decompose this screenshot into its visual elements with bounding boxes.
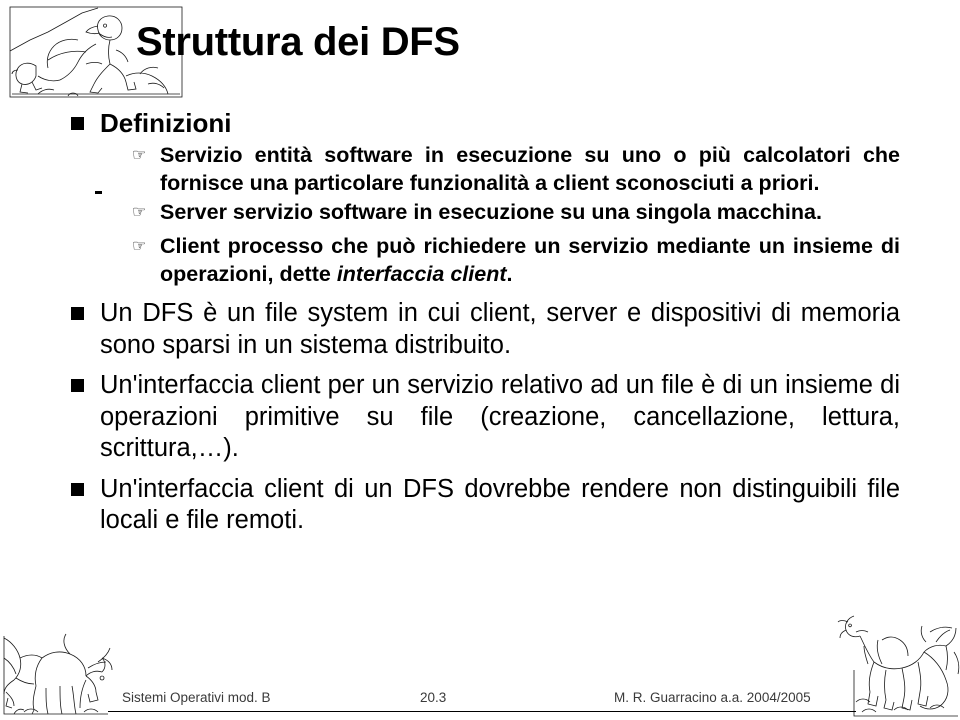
slide-title: Struttura dei DFS: [136, 20, 460, 64]
bullet-text-transparency: Un'interfaccia client di un DFS dovrebbe…: [100, 474, 900, 535]
sub-bullet-emphasis-interfaccia-client: interfaccia client: [336, 262, 507, 286]
pointing-hand-bullet-icon: ☞: [132, 204, 147, 221]
triceratops-line-art-icon: [3, 633, 113, 715]
pointing-hand-bullet-icon: ☞: [132, 147, 147, 164]
sub-bullet-item-client: ☞ Client processo che può richiedere un …: [70, 232, 900, 288]
bullet-text-dfs-definition: Un DFS è un file system in cui client, s…: [100, 299, 900, 359]
footer-divider: [108, 711, 856, 712]
filled-square-bullet-icon: [70, 108, 100, 138]
slide-canvas: Struttura dei DFS Definizioni ☞ Servizio…: [0, 0, 960, 720]
bullet-item-client-interface-ops: Un'interfaccia client per un servizio re…: [70, 370, 900, 465]
sub-bullet-text-server: Server servizio software in esecuzione s…: [160, 200, 822, 224]
sub-bullet-text-client-before: Client processo che può richiedere un se…: [160, 234, 900, 286]
sub-bullet-text-client-after: .: [506, 262, 513, 286]
bullet-item-dfs-definition: Un DFS è un file system in cui client, s…: [70, 298, 900, 361]
bullet-item-definizioni: Definizioni: [70, 108, 900, 139]
filled-square-bullet-icon: [70, 370, 100, 400]
sub-bullet-item-servizio: ☞ Servizio entità software in esecuzione…: [70, 141, 900, 197]
bullet-item-transparency: Un'interfaccia client di un DFS dovrebbe…: [70, 474, 900, 537]
footer-author-year: M. R. Guarracino a.a. 2004/2005: [614, 690, 811, 705]
filled-square-bullet-icon: [70, 474, 100, 504]
bullet-text-client-interface-ops: Un'interfaccia client per un servizio re…: [100, 371, 900, 462]
scan-artifact-mark: [95, 191, 102, 194]
footer-course-name: Sistemi Operativi mod. B: [122, 690, 271, 705]
sub-bullet-item-server: ☞ Server servizio software in esecuzione…: [70, 198, 900, 228]
bullet-label-definizioni: Definizioni: [100, 108, 232, 138]
brachiosaurus-line-art-icon: [837, 615, 960, 717]
filled-square-bullet-icon: [70, 298, 100, 328]
slide-body: Definizioni ☞ Servizio entità software i…: [70, 108, 900, 546]
sub-bullet-text-client: Client processo che può richiedere un se…: [160, 232, 900, 288]
footer-page-number: 20.3: [420, 690, 447, 705]
pointing-hand-bullet-icon: ☞: [132, 238, 147, 255]
sub-bullet-text-servizio: Servizio entità software in esecuzione s…: [160, 143, 900, 195]
